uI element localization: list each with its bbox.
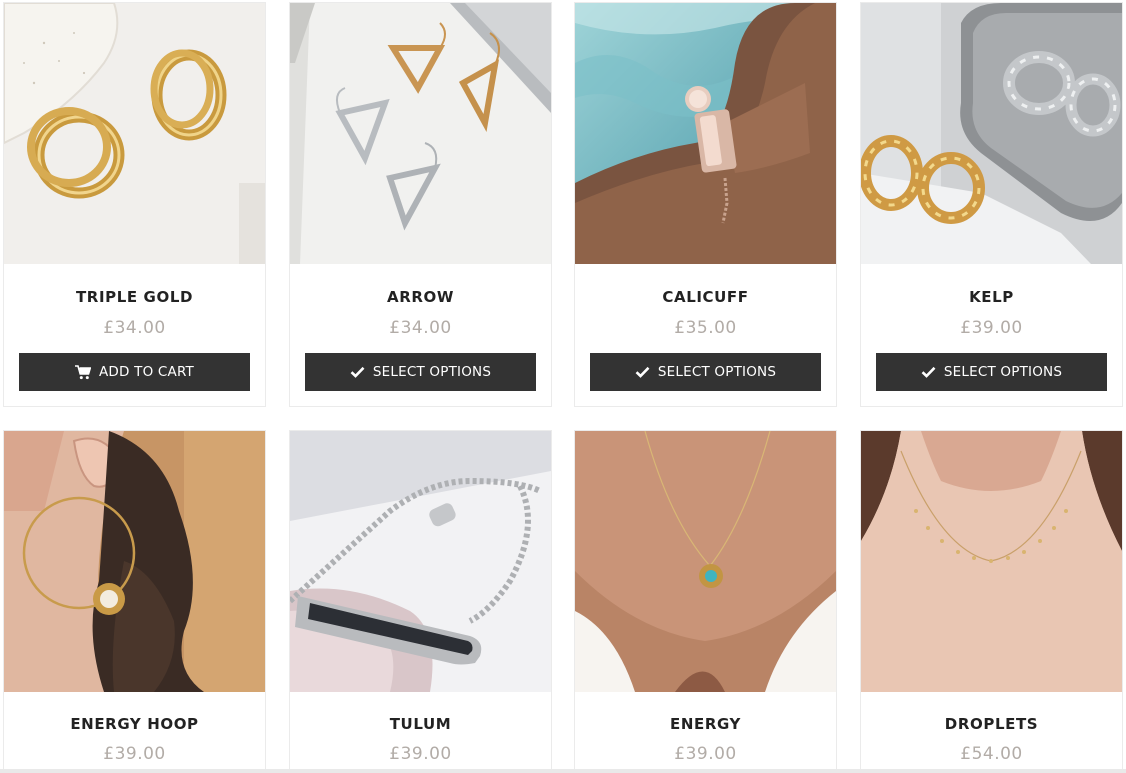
product-price: £39.00 (389, 744, 452, 764)
product-card: ARROW £34.00 SELECT OPTIONS (289, 2, 552, 407)
product-image-energy-hoop[interactable] (4, 431, 265, 692)
product-card: TRIPLE GOLD £34.00 ADD TO CART (3, 2, 266, 407)
product-image-arrow[interactable] (290, 3, 551, 264)
hoop-earring-on-ear-image (4, 431, 265, 692)
add-to-cart-button[interactable]: ADD TO CART (19, 353, 250, 391)
checkmark-icon (635, 366, 650, 378)
select-options-label: SELECT OPTIONS (657, 364, 777, 380)
arrow-earrings-image (290, 3, 551, 264)
product-card: ENERGY HOOP £39.00 (3, 430, 266, 773)
bracelet-on-wrist-image (575, 3, 836, 264)
select-options-button[interactable]: SELECT OPTIONS (876, 353, 1107, 391)
product-image-triple-gold[interactable] (4, 3, 265, 264)
product-title[interactable]: TULUM (290, 715, 551, 733)
select-options-button[interactable]: SELECT OPTIONS (590, 353, 821, 391)
product-title[interactable]: CALICUFF (575, 288, 836, 306)
product-image-energy[interactable] (575, 431, 836, 692)
product-card: DROPLETS £54.00 (860, 430, 1123, 773)
product-title[interactable]: TRIPLE GOLD (4, 288, 265, 306)
droplet-necklace-image (861, 431, 1122, 692)
product-price: £34.00 (389, 318, 452, 338)
pendant-necklace-image (575, 431, 836, 692)
page-bottom-border (0, 769, 1126, 773)
product-image-droplets[interactable] (861, 431, 1122, 692)
checkmark-icon (350, 366, 365, 378)
product-card: CALICUFF £35.00 SELECT OPTIONS (574, 2, 837, 407)
product-price: £35.00 (674, 318, 737, 338)
product-title[interactable]: ENERGY (575, 715, 836, 733)
add-to-cart-label: ADD TO CART (99, 364, 194, 380)
cart-icon (75, 364, 91, 380)
bar-bracelet-image (290, 431, 551, 692)
product-price: £54.00 (960, 744, 1023, 764)
select-options-label: SELECT OPTIONS (372, 364, 492, 380)
select-options-button[interactable]: SELECT OPTIONS (305, 353, 536, 391)
gold-hoop-earrings-image (4, 3, 265, 264)
product-image-kelp[interactable] (861, 3, 1122, 264)
product-card: TULUM £39.00 (289, 430, 552, 773)
product-title[interactable]: KELP (861, 288, 1122, 306)
product-title[interactable]: ENERGY HOOP (4, 715, 265, 733)
product-price: £39.00 (674, 744, 737, 764)
product-price: £34.00 (103, 318, 166, 338)
checkmark-icon (921, 366, 936, 378)
product-card: KELP £39.00 SELECT OPTIONS (860, 2, 1123, 407)
product-price: £39.00 (103, 744, 166, 764)
product-title[interactable]: ARROW (290, 288, 551, 306)
select-options-label: SELECT OPTIONS (943, 364, 1063, 380)
product-title[interactable]: DROPLETS (861, 715, 1122, 733)
twisted-hoop-earrings-image (861, 3, 1122, 264)
product-image-tulum[interactable] (290, 431, 551, 692)
product-image-calicuff[interactable] (575, 3, 836, 264)
product-card: ENERGY £39.00 (574, 430, 837, 773)
product-price: £39.00 (960, 318, 1023, 338)
